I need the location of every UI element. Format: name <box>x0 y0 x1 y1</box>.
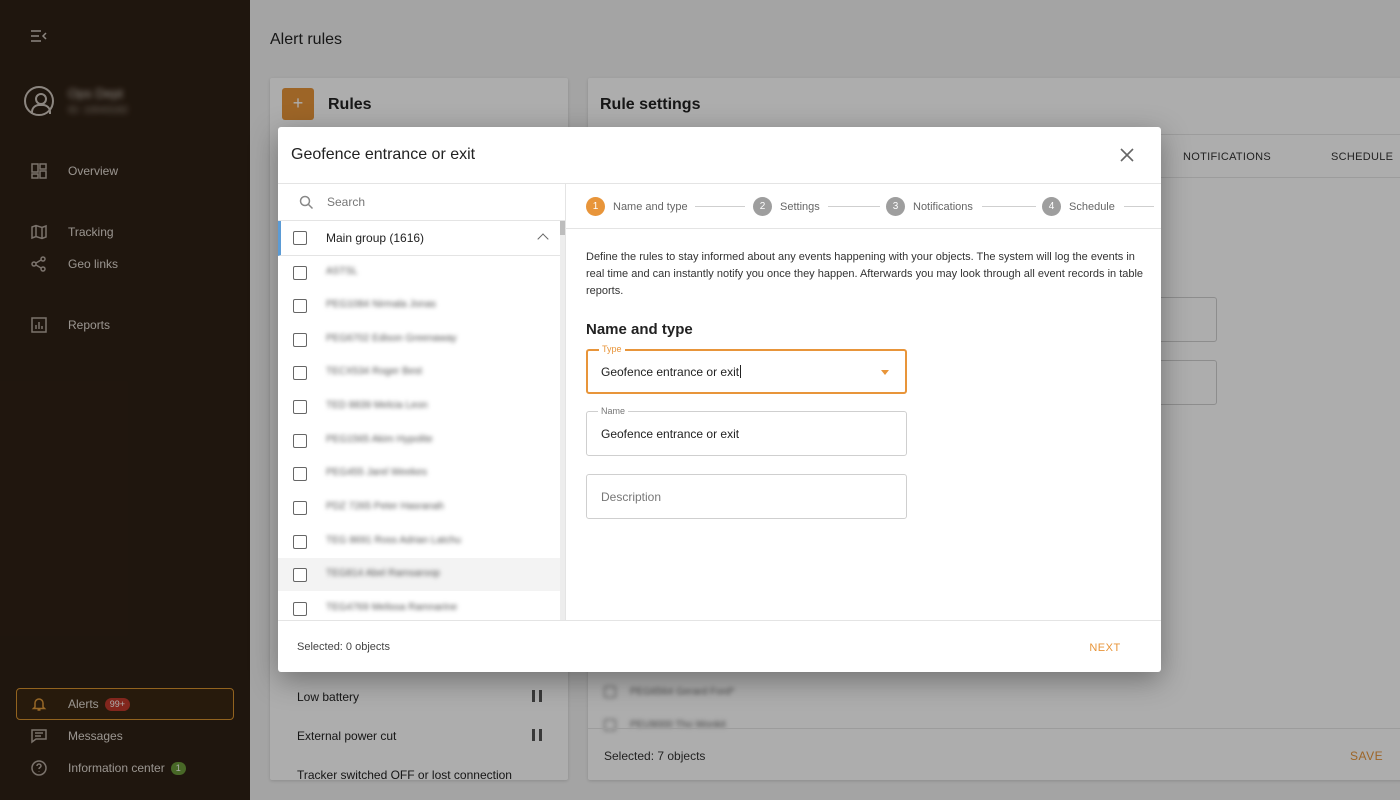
chevron-up-icon[interactable] <box>537 233 549 245</box>
step-connector <box>1124 206 1154 207</box>
object-label: PEG1565 Akim Hypolite <box>326 434 433 445</box>
dialog-title: Geofence entrance or exit <box>291 146 476 163</box>
text-caret <box>740 365 742 378</box>
step-label: Name and type <box>613 200 688 213</box>
step-number: 2 <box>753 197 772 216</box>
list-item[interactable]: PEG455 Jarel Weekes <box>278 457 560 490</box>
list-item[interactable]: TEG4769 Melissa Ramnarine <box>278 592 560 620</box>
object-search <box>278 184 566 221</box>
list-item[interactable]: PEG1565 Akim Hypolite <box>278 424 560 457</box>
object-label: TECX534 Roger Best <box>326 366 423 377</box>
name-label: Name <box>598 406 629 416</box>
section-title: Name and type <box>586 321 693 338</box>
step-settings[interactable]: 2 Settings <box>753 197 820 216</box>
list-item[interactable]: TED 8839 Melcia Leon <box>278 390 560 423</box>
name-field[interactable]: Name Geofence entrance or exit <box>586 406 907 456</box>
dialog-header: Geofence entrance or exit <box>278 127 1161 184</box>
description-field[interactable]: Description <box>586 474 907 519</box>
step-connector <box>982 206 1036 207</box>
wizard-stepper: 1 Name and type 2 Settings 3 Notificatio… <box>566 184 1161 229</box>
group-row[interactable]: Main group (1616) <box>278 221 561 256</box>
object-label: TEG814 Abel Ramsaroop <box>326 568 440 579</box>
checkbox[interactable] <box>293 400 307 414</box>
list-item[interactable]: TECX534 Roger Best <box>278 356 560 389</box>
next-button[interactable]: NEXT <box>1080 635 1130 661</box>
object-label: PDZ 7265 Peter Hasranah <box>326 501 444 512</box>
list-item[interactable]: PEG6702 Edison Greenaway <box>278 323 560 356</box>
step-number: 4 <box>1042 197 1061 216</box>
object-label: TEG4769 Melissa Ramnarine <box>326 602 458 613</box>
group-checkbox[interactable] <box>293 231 307 245</box>
checkbox[interactable] <box>293 434 307 448</box>
description-placeholder: Description <box>601 490 662 504</box>
checkbox[interactable] <box>293 602 307 616</box>
step-label: Notifications <box>913 200 973 213</box>
dropdown-arrow-icon[interactable] <box>881 370 889 375</box>
checkbox[interactable] <box>293 467 307 481</box>
type-label: Type <box>599 344 625 354</box>
list-item[interactable]: TEG814 Abel Ramsaroop <box>278 558 560 591</box>
dialog-footer: Selected: 0 objects NEXT <box>278 620 1161 672</box>
list-item[interactable]: TEG 8691 Ross Adrian Latchu <box>278 525 560 558</box>
object-label: ASTSL <box>326 266 358 277</box>
object-label: PEG455 Jarel Weekes <box>326 467 427 478</box>
name-value: Geofence entrance or exit <box>601 427 740 441</box>
object-label: PEG6702 Edison Greenaway <box>326 333 457 344</box>
checkbox[interactable] <box>293 366 307 380</box>
step-connector <box>695 206 745 207</box>
rule-description-text: Define the rules to stay informed about … <box>586 251 1144 297</box>
create-rule-dialog: Geofence entrance or exit Main group (16… <box>278 127 1161 672</box>
object-picker: Main group (1616) ASTSL PEG1084 Nirmala … <box>278 184 566 620</box>
checkbox[interactable] <box>293 568 307 582</box>
type-value: Geofence entrance or exit <box>601 365 740 379</box>
type-select[interactable]: Type Geofence entrance or exit <box>586 344 907 394</box>
step-name-and-type[interactable]: 1 Name and type <box>586 197 688 216</box>
search-icon <box>299 195 314 210</box>
step-connector <box>828 206 880 207</box>
object-label: PEG1084 Nirmala Jonas <box>326 299 437 310</box>
step-label: Settings <box>780 200 820 213</box>
step-number: 3 <box>886 197 905 216</box>
checkbox[interactable] <box>293 333 307 347</box>
group-label: Main group (1616) <box>326 231 425 245</box>
object-label: TED 8839 Melcia Leon <box>326 400 428 411</box>
step-label: Schedule <box>1069 200 1115 213</box>
close-icon[interactable] <box>1118 146 1136 164</box>
step-schedule[interactable]: 4 Schedule <box>1042 197 1115 216</box>
list-scrollbar[interactable] <box>560 221 565 620</box>
checkbox[interactable] <box>293 501 307 515</box>
list-item[interactable]: PDZ 7265 Peter Hasranah <box>278 491 560 524</box>
list-item[interactable]: ASTSL <box>278 256 560 289</box>
list-scrollbar-thumb[interactable] <box>560 221 565 235</box>
step-number: 1 <box>586 197 605 216</box>
list-item[interactable]: PEG1084 Nirmala Jonas <box>278 289 560 322</box>
selected-objects-count: Selected: 0 objects <box>297 641 390 653</box>
search-input[interactable] <box>327 192 547 212</box>
rule-form: 1 Name and type 2 Settings 3 Notificatio… <box>566 184 1161 620</box>
checkbox[interactable] <box>293 299 307 313</box>
checkbox[interactable] <box>293 266 307 280</box>
object-label: TEG 8691 Ross Adrian Latchu <box>326 535 462 546</box>
step-notifications[interactable]: 3 Notifications <box>886 197 973 216</box>
checkbox[interactable] <box>293 535 307 549</box>
